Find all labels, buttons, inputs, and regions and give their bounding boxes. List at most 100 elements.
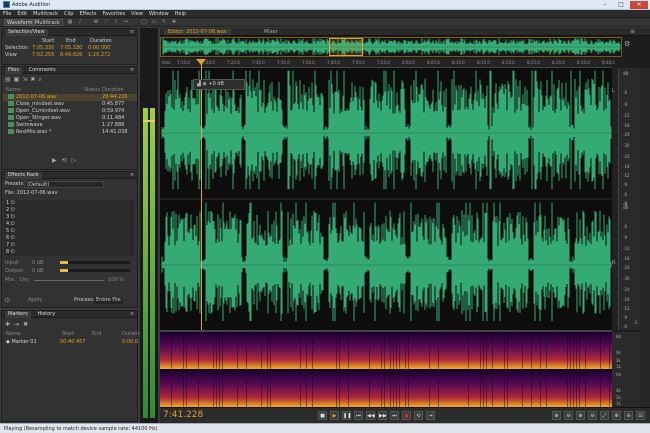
file-item[interactable]: 2012-07-06.wav	[8, 94, 57, 101]
selection-end[interactable]: 7:05.330	[60, 45, 82, 52]
vertical-scrollbar[interactable]	[640, 68, 650, 407]
panel-menu-icon[interactable]: ≡	[130, 29, 134, 36]
hud-gain-value[interactable]: +0 dB	[208, 81, 224, 87]
slip-tool-icon[interactable]: ↔	[122, 19, 130, 26]
file-item[interactable]: Close_mindset.wav	[8, 101, 64, 108]
overview-navigator[interactable]	[160, 37, 622, 57]
current-time-display[interactable]: 7:41.228	[163, 410, 203, 420]
zoom-out-amplitude-icon[interactable]: ⊖	[564, 411, 573, 420]
time-ruler[interactable]: hms 7:15.0 7:20.0 7:25.0 7:30.0 7:35.0 7…	[160, 59, 615, 68]
menu-window[interactable]: Window	[146, 10, 172, 18]
lasso-tool-icon[interactable]: ◯	[140, 19, 148, 26]
tab-selection-view[interactable]: Selection/View	[5, 29, 48, 36]
file-item[interactable]: Open_CLmindset.wav	[8, 108, 70, 115]
menu-edit[interactable]: Edit	[14, 10, 30, 18]
presets-dropdown[interactable]: (Default)	[24, 181, 104, 188]
zoom-out-time-icon[interactable]: ⊖	[588, 411, 597, 420]
panel-menu-icon[interactable]: ≡	[130, 172, 134, 179]
search-icon[interactable]: ⌕	[38, 76, 44, 83]
input-db[interactable]: 0 dB	[32, 260, 43, 267]
tab-effects-rack[interactable]: Effects Rack	[5, 172, 42, 179]
menu-file[interactable]: File	[0, 10, 14, 18]
marker-item[interactable]: ◆ Marker 01	[6, 339, 37, 346]
pitch-display-icon[interactable]: ♪	[76, 19, 84, 26]
menu-help[interactable]: Help	[172, 10, 189, 18]
waveform-view-button[interactable]: Waveform	[4, 19, 36, 26]
effect-slot[interactable]: 3 ⏻	[6, 214, 15, 221]
selection-duration[interactable]: 0:00.000	[88, 45, 110, 52]
zoom-in-amplitude-icon[interactable]: ⊕	[552, 411, 561, 420]
stop-icon[interactable]: ■	[318, 411, 327, 420]
selection-start[interactable]: 7:05.330	[32, 45, 54, 52]
power-icon[interactable]: ⏻	[5, 297, 10, 304]
tab-mixer[interactable]: Mixer	[260, 29, 282, 35]
file-item[interactable]: RestMix.wav *	[8, 129, 51, 136]
file-item[interactable]: Swimwave	[8, 122, 43, 129]
zoom-navigator-icon[interactable]: ⚙	[624, 40, 630, 48]
zoom-full-icon[interactable]: ⤢	[600, 411, 609, 420]
pause-icon[interactable]: ❚❚	[342, 411, 351, 420]
effect-slot[interactable]: 4 ⏻	[6, 221, 15, 228]
marker-duration[interactable]: 0:00.0	[122, 339, 138, 346]
merge-markers-icon[interactable]: ⇥	[14, 321, 23, 328]
hud-volume[interactable]: ▟ ◉ +0 dB	[193, 79, 245, 90]
record-icon[interactable]: ●	[402, 411, 411, 420]
effect-slot[interactable]: 5 ⏻	[6, 228, 15, 235]
zoom-in-point-icon[interactable]: ⊕	[612, 411, 621, 420]
play-preview-icon[interactable]: ▶	[52, 157, 62, 164]
effect-slot[interactable]: 6 ⏻	[6, 235, 15, 242]
menu-favorites[interactable]: Favorites	[99, 10, 128, 18]
view-end[interactable]: 8:49.826	[60, 52, 82, 59]
channel-l-toggle[interactable]: L	[612, 88, 615, 94]
output-db[interactable]: 0 dB	[32, 268, 43, 275]
loop-icon[interactable]: ⟲	[414, 411, 423, 420]
playhead[interactable]	[201, 59, 202, 331]
channel-r-toggle[interactable]: R	[612, 260, 615, 266]
effect-slot[interactable]: 7 ⏻	[6, 242, 15, 249]
razor-tool-icon[interactable]: ⟋	[102, 19, 110, 26]
panel-menu-icon[interactable]: ≡	[130, 67, 134, 74]
menu-effects[interactable]: Effects	[76, 10, 99, 18]
process-dropdown[interactable]: Entire File	[94, 297, 123, 304]
play-icon[interactable]: ▶	[330, 411, 339, 420]
menu-view[interactable]: View	[128, 10, 146, 18]
marquee-tool-icon[interactable]: ▭	[150, 19, 158, 26]
spectral-display-icon[interactable]: ▦	[66, 19, 74, 26]
rewind-icon[interactable]: ◀◀	[366, 411, 375, 420]
add-marker-icon[interactable]: ✚	[5, 321, 14, 328]
new-file-icon[interactable]: ▤	[5, 76, 14, 83]
autoplay-icon[interactable]: ▷	[72, 157, 82, 164]
spot-healing-tool-icon[interactable]: ✚	[170, 19, 178, 26]
zoom-window[interactable]	[329, 38, 363, 56]
time-selection-tool-icon[interactable]: I	[112, 19, 120, 26]
view-duration[interactable]: 1:20.272	[88, 52, 110, 59]
multitrack-view-button[interactable]: Multitrack	[32, 19, 63, 26]
apply-button[interactable]: Apply	[28, 297, 42, 304]
volume-knob-icon[interactable]: ◉	[202, 81, 206, 87]
effect-slot[interactable]: 8 ⏻	[6, 249, 15, 256]
move-tool-icon[interactable]: ✥	[92, 19, 100, 26]
waveform-channel-right[interactable]	[160, 200, 612, 330]
fast-forward-icon[interactable]: ▶▶	[378, 411, 387, 420]
mix-slider[interactable]	[34, 280, 104, 281]
tab-markers[interactable]: Markers	[5, 311, 31, 318]
maximize-icon[interactable]: □	[614, 1, 628, 9]
delete-marker-icon[interactable]: ✖	[23, 321, 32, 328]
paintbrush-tool-icon[interactable]: ✎	[160, 19, 168, 26]
zoom-out-point-icon[interactable]: ⊖	[624, 411, 633, 420]
zoom-selection-icon[interactable]: ⊡	[636, 411, 645, 420]
tab-history[interactable]: History	[34, 311, 58, 318]
tab-editor[interactable]: Editor: 2012-07-06.wav	[164, 29, 231, 35]
menu-clip[interactable]: Clip	[61, 10, 76, 18]
skip-selection-icon[interactable]: ⇥	[426, 411, 435, 420]
file-item[interactable]: Open_Stinger.wav	[8, 115, 61, 122]
effect-slot[interactable]: 2 ⏻	[6, 207, 15, 214]
menu-multitrack[interactable]: Multitrack	[30, 10, 61, 18]
zoom-in-time-icon[interactable]: ⊕	[576, 411, 585, 420]
view-start[interactable]: 7:02.255	[32, 52, 54, 59]
marker-start[interactable]: 00:40.457	[60, 339, 86, 346]
close-icon[interactable]: ✕	[630, 1, 648, 9]
loop-preview-icon[interactable]: ⟲	[62, 157, 72, 164]
tab-comments[interactable]: Comments	[26, 67, 59, 74]
minimize-icon[interactable]: –	[598, 1, 612, 9]
